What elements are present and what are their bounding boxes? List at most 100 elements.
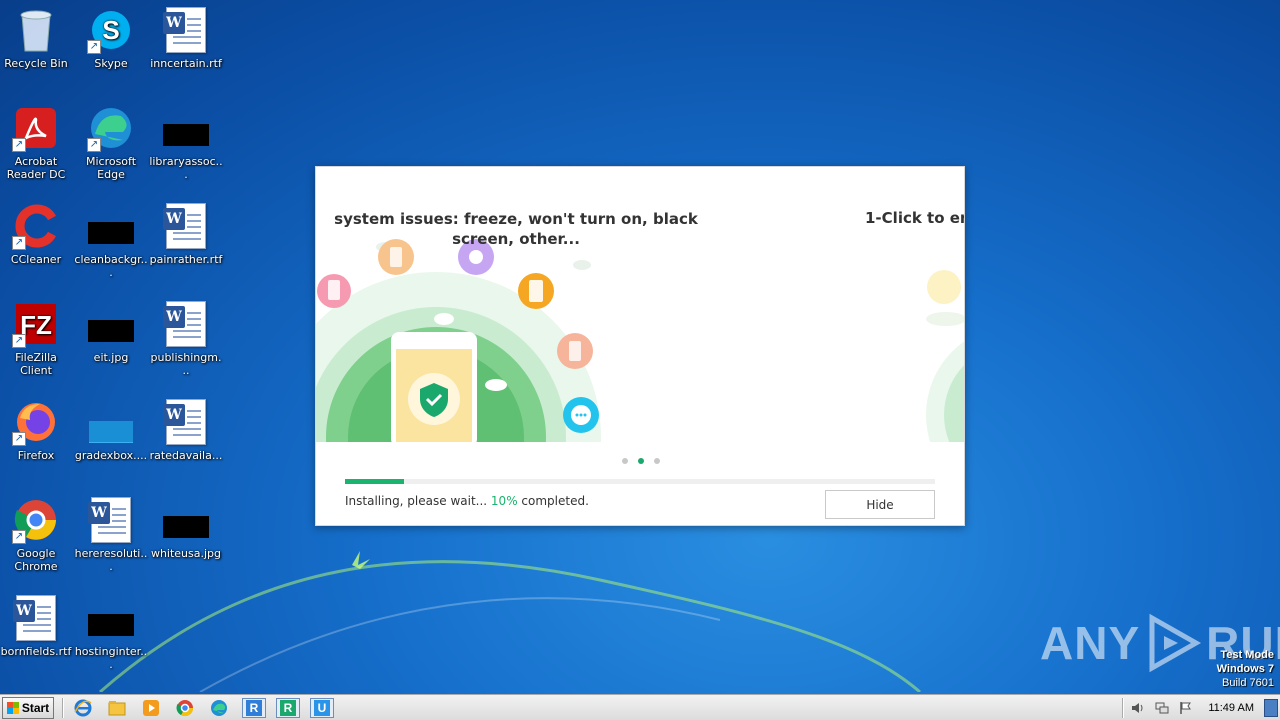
volume-icon[interactable] xyxy=(1130,700,1146,716)
desktop-icon[interactable]: Whereresoluti... xyxy=(73,496,149,573)
r-app-icon[interactable]: R xyxy=(242,697,266,718)
desktop-icon-label: hostinginter... xyxy=(74,645,148,671)
desktop-icon[interactable]: Wratedavaila... xyxy=(148,398,224,462)
media-player-icon[interactable] xyxy=(140,698,162,718)
desktop-icon-label: Firefox xyxy=(17,449,55,462)
shortcut-arrow-icon: ↗ xyxy=(12,432,26,446)
watermark-left: ANY xyxy=(1040,617,1141,669)
status-prefix: Installing, please wait... xyxy=(345,494,491,508)
taskbar: Start R R U 11:49 AM xyxy=(0,694,1280,720)
explorer-icon[interactable] xyxy=(106,698,128,718)
desktop-icon[interactable]: Wbornfields.rtf xyxy=(0,594,74,658)
desktop-icon[interactable]: eit.jpg xyxy=(73,300,149,364)
desktop-icon[interactable]: cleanbackgr... xyxy=(73,202,149,279)
desktop-icon[interactable]: Wpainrather.rtf xyxy=(148,202,224,266)
carousel-dots xyxy=(316,449,964,468)
carousel-dot[interactable] xyxy=(654,458,660,464)
slide-carousel: system issues: freeze, won't turn on, bl… xyxy=(316,167,964,442)
firefox-icon: ↗ xyxy=(12,398,60,446)
word-document-icon: W xyxy=(162,202,210,250)
action-center-flag-icon[interactable] xyxy=(1178,700,1194,716)
desktop-icon[interactable]: ↗ CCleaner xyxy=(0,202,74,266)
u-app-icon[interactable]: U xyxy=(310,697,334,718)
word-document-icon: W xyxy=(12,594,60,642)
shortcut-arrow-icon: ↗ xyxy=(12,138,26,152)
desktop-icon-label: whiteusa.jpg xyxy=(150,547,222,560)
ie-icon[interactable] xyxy=(72,698,94,718)
desktop-icon[interactable]: ↗ Firefox xyxy=(0,398,74,462)
clock[interactable]: 11:49 AM xyxy=(1208,702,1254,714)
build-label: Build 7601 xyxy=(1222,677,1274,689)
shortcut-arrow-icon: ↗ xyxy=(12,236,26,250)
desktop-icon-label: Microsoft Edge xyxy=(85,155,137,181)
taskbar-separator xyxy=(62,697,64,718)
word-document-icon: W xyxy=(162,6,210,54)
desktop-icon-label: bornfields.rtf xyxy=(0,645,72,658)
desktop-icon[interactable]: gradexbox.... xyxy=(73,398,149,462)
system-tray: 11:49 AM xyxy=(1122,695,1280,720)
desktop-icon-label: ratedavaila... xyxy=(149,449,223,462)
desktop-icon[interactable]: hostinginter... xyxy=(73,594,149,671)
desktop-icon[interactable]: ↗ Acrobat Reader DC xyxy=(0,104,74,181)
word-document-icon: W xyxy=(162,300,210,348)
desktop-icon[interactable]: Recycle Bin xyxy=(0,6,74,70)
play-logo-icon xyxy=(1149,613,1202,673)
filezilla-icon: FZ ↗ xyxy=(12,300,60,348)
desktop-icon[interactable]: FZ ↗ FileZilla Client xyxy=(0,300,74,377)
desktop-icon[interactable]: ↗ Microsoft Edge xyxy=(73,104,149,181)
chrome-icon[interactable] xyxy=(174,698,196,718)
carousel-dot[interactable] xyxy=(622,458,628,464)
carousel-dot[interactable] xyxy=(638,458,644,464)
skype-icon: S ↗ xyxy=(87,6,135,54)
word-document-icon: W xyxy=(162,398,210,446)
acrobat-icon: ↗ xyxy=(12,104,60,152)
redacted-file-icon xyxy=(162,496,210,544)
windows-flag-icon xyxy=(6,701,19,714)
windows-version-label: Windows 7 xyxy=(1216,663,1274,675)
ccleaner-icon: ↗ xyxy=(12,202,60,250)
edge-icon[interactable] xyxy=(208,698,230,718)
r-green-app-icon[interactable]: R xyxy=(276,697,300,718)
desktop-icon[interactable]: libraryassoc... xyxy=(148,104,224,181)
progress-bar xyxy=(345,479,935,484)
desktop-icon-label: CCleaner xyxy=(10,253,62,266)
shortcut-arrow-icon: ↗ xyxy=(87,40,101,54)
desktop-icon-label: painrather.rtf xyxy=(149,253,223,266)
next-slide-title: 1-Click to ent xyxy=(865,209,964,227)
desktop-icon[interactable]: S ↗ Skype xyxy=(73,6,149,70)
desktop-icon[interactable]: whiteusa.jpg xyxy=(148,496,224,560)
desktop-icon[interactable]: Winncertain.rtf xyxy=(148,6,224,70)
network-icon[interactable] xyxy=(1154,700,1170,716)
desktop-icon-label: Acrobat Reader DC xyxy=(6,155,66,181)
shortcut-arrow-icon: ↗ xyxy=(12,530,26,544)
edge-icon: ↗ xyxy=(87,104,135,152)
desktop-icon-label: Skype xyxy=(94,57,128,70)
image-file-icon xyxy=(87,398,135,446)
desktop-icon-label: gradexbox.... xyxy=(74,449,148,462)
redacted-file-icon xyxy=(162,104,210,152)
desktop-icon-label: publishingm... xyxy=(150,351,222,377)
hide-button[interactable]: Hide xyxy=(825,490,935,519)
desktop-icon-label: inncertain.rtf xyxy=(150,57,222,70)
desktop-icon[interactable]: Wpublishingm... xyxy=(148,300,224,377)
svg-text:S: S xyxy=(102,15,119,45)
install-status: Installing, please wait... 10% completed… xyxy=(345,494,589,508)
desktop-icon-label: libraryassoc... xyxy=(149,155,223,181)
tray-separator xyxy=(1122,698,1125,718)
test-mode-label: Test Mode xyxy=(1220,649,1274,661)
desktop-icon-label: eit.jpg xyxy=(93,351,129,364)
shortcut-arrow-icon: ↗ xyxy=(12,334,26,348)
os-info: Test Mode Windows 7 Build 7601 xyxy=(1217,648,1274,690)
slide-title: system issues: freeze, won't turn on, bl… xyxy=(334,210,698,248)
show-desktop-button[interactable] xyxy=(1264,699,1278,717)
word-document-icon: W xyxy=(87,496,135,544)
start-button[interactable]: Start xyxy=(2,696,54,719)
redacted-file-icon xyxy=(87,300,135,348)
desktop-icon[interactable]: ↗ Google Chrome xyxy=(0,496,74,573)
desktop-icon-label: hereresoluti... xyxy=(74,547,148,573)
status-percent: 10% xyxy=(490,494,518,508)
redacted-file-icon xyxy=(87,594,135,642)
desktop-icon-label: FileZilla Client xyxy=(15,351,57,377)
progress-fill xyxy=(345,479,404,484)
installer-window: system issues: freeze, won't turn on, bl… xyxy=(315,166,965,526)
